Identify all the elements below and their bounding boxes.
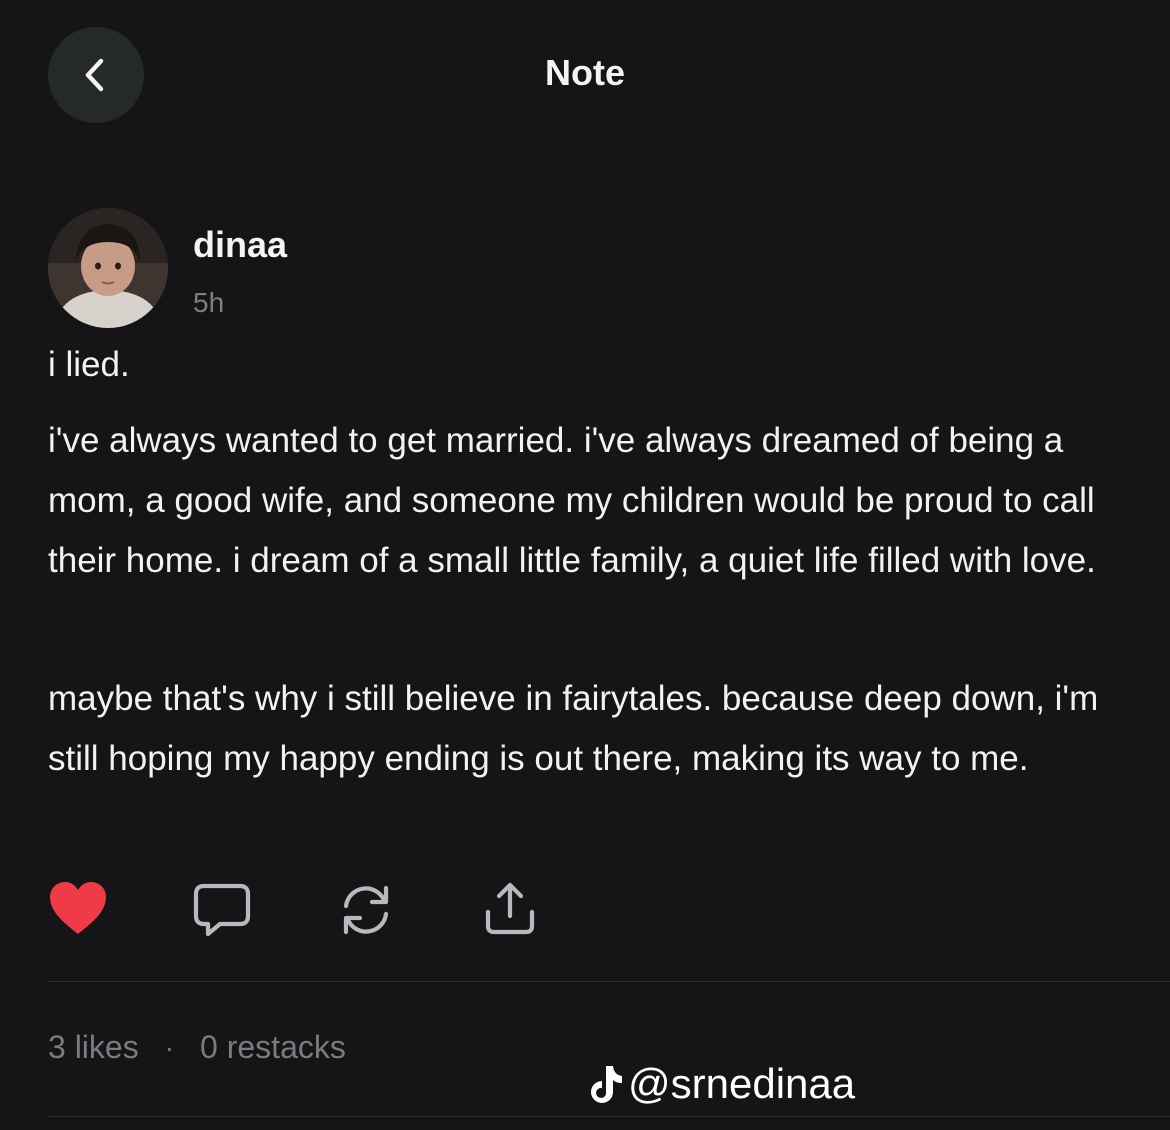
author-name[interactable]: dinaa	[193, 224, 287, 266]
restack-button[interactable]	[334, 880, 398, 945]
note-page: Note dinaa 5h i lied. i've always wanted…	[0, 0, 1170, 1130]
avatar-image	[48, 208, 168, 328]
share-button[interactable]	[478, 880, 542, 945]
restack-icon	[343, 885, 389, 935]
post-paragraph: i lied.	[48, 345, 130, 384]
divider	[48, 981, 1170, 982]
heart-filled-icon	[50, 882, 106, 934]
comment-icon	[193, 883, 251, 937]
post-paragraph: i've always wanted to get married. i've …	[48, 421, 1096, 580]
comment-button[interactable]	[190, 880, 254, 945]
page-title: Note	[545, 52, 625, 93]
like-button[interactable]	[48, 880, 108, 945]
restacks-count[interactable]: 0 restacks	[200, 1029, 346, 1066]
watermark-handle: @srnedinaa	[628, 1060, 856, 1107]
share-icon	[485, 882, 535, 935]
post-stats: 3 likes · 0 restacks	[48, 1029, 346, 1066]
stats-separator: ·	[164, 1031, 175, 1063]
post-paragraph: maybe that's why i still believe in fair…	[48, 679, 1099, 778]
avatar[interactable]	[48, 208, 168, 328]
tiktok-watermark: @srnedinaa	[588, 1060, 855, 1108]
divider	[48, 1116, 1170, 1117]
action-bar	[48, 880, 568, 940]
likes-count[interactable]: 3 likes	[48, 1029, 139, 1066]
post-timestamp: 5h	[193, 287, 225, 318]
tiktok-icon	[591, 1066, 622, 1103]
